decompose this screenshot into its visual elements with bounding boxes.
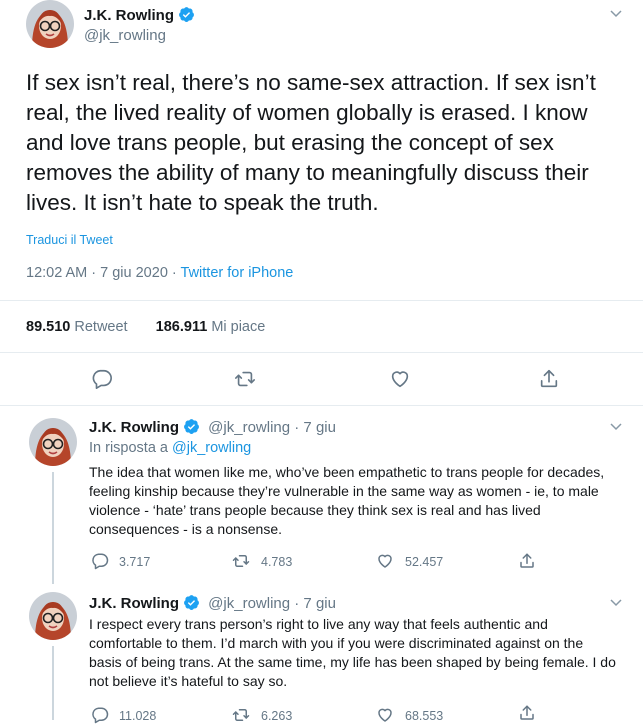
thread-line xyxy=(52,646,54,720)
retweets-label: Retweet xyxy=(74,319,128,335)
like-icon[interactable] xyxy=(389,368,411,390)
share-icon[interactable] xyxy=(538,368,560,390)
verified-badge-icon xyxy=(179,7,194,22)
author-handle[interactable]: @jk_rowling xyxy=(84,27,166,44)
tweet-meta: 12:02 AM · 7 giu 2020 · Twitter for iPho… xyxy=(26,265,293,281)
share-icon[interactable] xyxy=(518,704,536,722)
retweet-icon[interactable] xyxy=(232,552,250,570)
meta-separator: · xyxy=(167,265,181,281)
tweet-text: I respect every trans person’s right to … xyxy=(89,616,616,689)
in-reply-to: In risposta a @jk_rowling xyxy=(89,440,251,456)
avatar[interactable] xyxy=(29,592,77,640)
reply-count: 11.028 xyxy=(119,709,157,723)
source-link[interactable]: Twitter for iPhone xyxy=(181,265,294,281)
avatar[interactable] xyxy=(26,0,74,48)
like-count: 52.457 xyxy=(405,555,444,569)
share-icon[interactable] xyxy=(518,552,536,570)
retweets-count: 89.510 xyxy=(26,319,71,335)
verified-badge-icon xyxy=(184,595,199,610)
reply-icon[interactable] xyxy=(91,706,109,724)
retweet-count: 6.263 xyxy=(261,709,293,723)
likes-stat[interactable]: 186.911 Mi piace xyxy=(156,319,266,335)
reply-icon[interactable] xyxy=(91,552,109,570)
reply-icon[interactable] xyxy=(91,368,113,390)
reply-header: J.K. Rowling @jk_rowling · 7 giu xyxy=(89,594,336,612)
author-name-text[interactable]: J.K. Rowling xyxy=(89,419,179,436)
reply-date[interactable]: · 7 giu xyxy=(294,595,336,612)
retweet-icon[interactable] xyxy=(232,706,250,724)
author-name-text: J.K. Rowling xyxy=(84,7,174,24)
translate-tweet-link[interactable]: Traduci il Tweet xyxy=(26,233,113,247)
likes-count: 186.911 xyxy=(155,319,208,335)
retweet-count: 4.783 xyxy=(261,555,293,569)
chevron-down-icon[interactable] xyxy=(610,10,622,18)
reply-date[interactable]: · 7 giu xyxy=(294,419,336,436)
chevron-down-icon[interactable] xyxy=(610,599,622,607)
like-count: 68.553 xyxy=(405,709,444,723)
retweets-stat[interactable]: 89.510 Retweet xyxy=(26,319,128,335)
engagement-stats: 89.510 Retweet 186.911 Mi piace xyxy=(26,319,265,335)
like-icon[interactable] xyxy=(376,552,394,570)
like-icon[interactable] xyxy=(376,706,394,724)
reply-to-handle[interactable]: @jk_rowling xyxy=(172,440,251,456)
chevron-down-icon[interactable] xyxy=(610,423,622,431)
divider xyxy=(0,405,643,406)
reply-count: 3.717 xyxy=(119,555,151,569)
likes-label: Mi piace xyxy=(211,319,266,335)
verified-badge-icon xyxy=(184,419,199,434)
author-handle[interactable]: @jk_rowling xyxy=(208,419,290,436)
tweet-text: The idea that women like me, who’ve been… xyxy=(89,464,605,537)
divider xyxy=(0,300,643,301)
tweet-text: If sex isn’t real, there’s no same-sex a… xyxy=(26,70,596,215)
divider xyxy=(0,352,643,353)
timestamp[interactable]: 12:02 AM · 7 giu 2020 xyxy=(26,265,168,281)
reply-header: J.K. Rowling @jk_rowling · 7 giu xyxy=(89,418,336,436)
retweet-icon[interactable] xyxy=(234,368,256,390)
author-name-text[interactable]: J.K. Rowling xyxy=(89,595,179,612)
thread-line xyxy=(52,472,54,584)
reply-to-prefix: In risposta a xyxy=(89,440,168,456)
avatar[interactable] xyxy=(29,418,77,466)
author-name[interactable]: J.K. Rowling xyxy=(84,6,195,24)
author-handle[interactable]: @jk_rowling xyxy=(208,595,290,612)
